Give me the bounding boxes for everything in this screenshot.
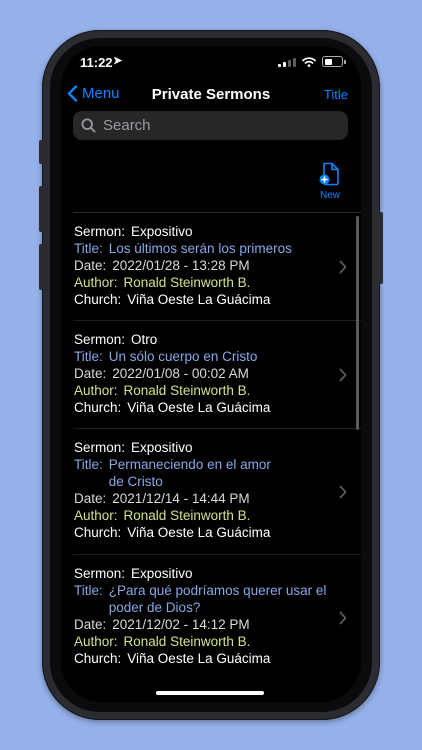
wifi-icon: [302, 56, 316, 67]
navigation-bar: Menu Private Sermons Title: [61, 80, 361, 108]
sermon-title-label: Title:: [74, 583, 103, 598]
sermon-date-label: Date:: [74, 617, 107, 632]
home-indicator[interactable]: [156, 691, 264, 695]
sermon-author-label: Author:: [74, 383, 118, 398]
chevron-right-icon: [339, 368, 347, 382]
volume-up-button: [39, 186, 43, 232]
sermon-church-value: Viña Oeste La Guácima: [127, 400, 271, 415]
sermon-row[interactable]: Sermon: Expositivo Title: Permaneciendo en…: [61, 429, 361, 555]
document-plus-icon: [319, 162, 339, 186]
sermon-type-value: Expositivo: [131, 440, 193, 455]
sermon-title-label: Title:: [74, 349, 103, 364]
sermon-row[interactable]: Sermon: Expositivo Title: Los últimos será…: [61, 213, 361, 321]
sermon-title-value: ¿Para qué podríamos querer usar el poder…: [108, 583, 327, 615]
sermon-date-value: 2021/12/14 - 14:44 PM: [112, 491, 250, 506]
sermon-type-value: Expositivo: [131, 566, 193, 581]
search-bar[interactable]: [73, 111, 348, 140]
sermon-author-value: Ronald Steinworth B.: [123, 634, 251, 649]
sermon-church-label: Church:: [74, 292, 122, 307]
notch: [161, 46, 261, 70]
volume-down-button: [39, 244, 43, 290]
sermon-date-value: 2022/01/28 - 13:28 PM: [112, 258, 250, 273]
page-title: Private Sermons: [151, 86, 271, 103]
sermon-church-value: Viña Oeste La Guácima: [127, 525, 271, 540]
mute-switch: [39, 140, 43, 164]
sermon-date-label: Date:: [74, 491, 107, 506]
sermon-church-label: Church:: [74, 525, 122, 540]
status-bar: 11:22 ➤: [61, 46, 361, 80]
sermon-type-label: Sermon:: [74, 440, 126, 455]
sermon-church-value: Viña Oeste La Guácima: [127, 292, 271, 307]
status-icons: [278, 56, 346, 67]
sermon-title-value: Un sólo cuerpo en Cristo: [108, 349, 258, 364]
app-screen: 11:22 ➤ Menu Private Sermons Title Searc…: [61, 46, 361, 702]
sermon-date-label: Date:: [74, 258, 107, 273]
chevron-right-icon: [339, 485, 347, 499]
sermon-author-value: Ronald Steinworth B.: [123, 383, 251, 398]
sermon-type-label: Sermon:: [74, 332, 126, 347]
sermon-title-label: Title:: [74, 241, 103, 256]
sermon-author-label: Author:: [74, 508, 118, 523]
sermon-date-value: 2022/01/08 - 00:02 AM: [112, 366, 249, 381]
chevron-right-icon: [339, 611, 347, 625]
sermon-author-value: Ronald Steinworth B.: [123, 275, 251, 290]
sermon-date-label: Date:: [74, 366, 107, 381]
sermon-church-label: Church:: [74, 651, 122, 666]
power-button: [379, 212, 383, 284]
sermon-type-label: Sermon:: [74, 224, 126, 239]
sort-title-button[interactable]: Title: [324, 87, 348, 102]
battery-icon: [322, 56, 346, 67]
sermon-church-label: Church:: [74, 400, 122, 415]
new-button-label: New: [319, 190, 340, 201]
sermon-type-label: Sermon:: [74, 566, 126, 581]
sermon-row[interactable]: Sermon: Expositivo Title: ¿Para qué podría…: [61, 555, 361, 681]
list-scrollbar[interactable]: [356, 216, 359, 430]
sermon-row[interactable]: Sermon: Otro Title: Un sólo cuerpo en Cris…: [61, 321, 361, 429]
search-icon: [81, 118, 96, 133]
status-time: 11:22: [80, 55, 113, 70]
new-sermon-button[interactable]: New: [315, 162, 345, 201]
cellular-signal-icon: [278, 57, 296, 67]
sermon-type-value: Expositivo: [131, 224, 193, 239]
sermon-title-value: Permaneciendo en el amor de Cristo: [108, 457, 271, 489]
chevron-right-icon: [339, 260, 347, 274]
sermon-type-value: Otro: [131, 332, 158, 347]
sermon-author-label: Author:: [74, 634, 118, 649]
sermon-date-value: 2021/12/02 - 14:12 PM: [112, 617, 250, 632]
search-input[interactable]: [101, 116, 348, 135]
sermon-church-value: Viña Oeste La Guácima: [127, 651, 271, 666]
sermon-title-value: Los últimos serán los primeros: [108, 241, 292, 256]
sermon-author-label: Author:: [74, 275, 118, 290]
location-arrow-icon: ➤: [113, 55, 123, 67]
sermon-author-value: Ronald Steinworth B.: [123, 508, 251, 523]
sermon-title-label: Title:: [74, 457, 103, 472]
